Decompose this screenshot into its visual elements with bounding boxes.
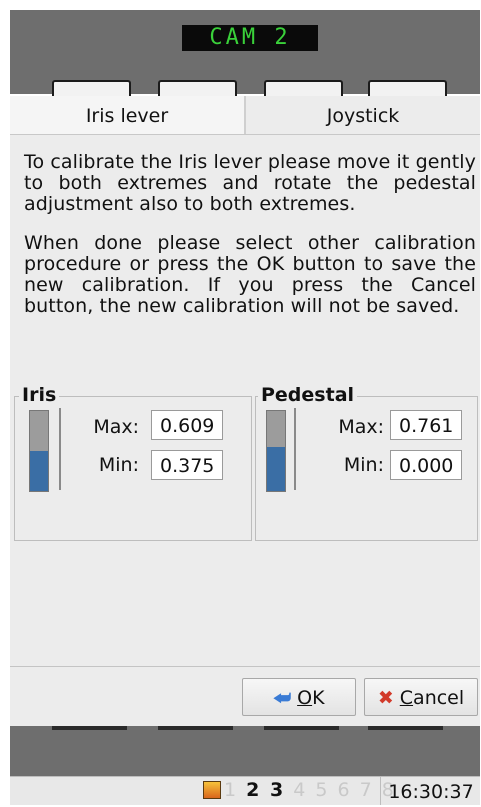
iris-max-label: Max: bbox=[93, 416, 139, 438]
cancel-x-icon: ✖ bbox=[377, 687, 394, 709]
calibration-dialog: Iris lever Joystick To calibrate the Iri… bbox=[10, 96, 480, 726]
iris-min-label: Min: bbox=[98, 454, 139, 476]
camera-indicator: CAM 2 bbox=[182, 25, 318, 51]
instructions-text: To calibrate the Iris lever please move … bbox=[24, 152, 476, 335]
pedestal-min-field[interactable]: 0.000 bbox=[390, 450, 462, 480]
pedestal-group-title: Pedestal bbox=[258, 384, 358, 406]
clock: 16:30:37 bbox=[380, 777, 481, 805]
pedestal-level-fill bbox=[267, 447, 285, 491]
app-launcher-icon[interactable] bbox=[203, 781, 221, 799]
iris-group: Iris Max: 0.609 Min: 0.375 bbox=[14, 384, 252, 541]
ok-label-rest: K bbox=[312, 687, 325, 709]
pedestal-max-field[interactable]: 0.761 bbox=[390, 410, 462, 440]
instructions-paragraph-2: When done please select other calibratio… bbox=[24, 232, 476, 317]
iris-level-fill bbox=[30, 451, 48, 491]
cancel-label-rest: ancel bbox=[413, 687, 465, 709]
tab-bar: Iris lever Joystick bbox=[10, 96, 480, 135]
bottom-key-3[interactable] bbox=[264, 726, 339, 730]
iris-group-title: Iris bbox=[19, 384, 60, 406]
cancel-button[interactable]: ✖ Cancel bbox=[364, 678, 478, 716]
workspace-switcher[interactable]: 1 2 3 4 5 6 7 8 bbox=[224, 779, 396, 801]
taskbar: 1 2 3 4 5 6 7 8 16:30:37 bbox=[10, 776, 480, 805]
pedestal-min-label: Min: bbox=[343, 454, 384, 476]
button-separator bbox=[10, 666, 480, 667]
pedestal-meter-divider bbox=[294, 408, 296, 490]
bottom-key-2[interactable] bbox=[158, 726, 233, 730]
iris-min-field[interactable]: 0.375 bbox=[151, 450, 223, 480]
pedestal-group: Pedestal Max: 0.761 Min: 0.000 bbox=[255, 384, 478, 541]
bottom-key-1[interactable] bbox=[52, 726, 127, 730]
ok-mnemonic: O bbox=[297, 687, 313, 709]
instructions-paragraph-1: To calibrate the Iris lever please move … bbox=[24, 151, 476, 215]
iris-max-field[interactable]: 0.609 bbox=[151, 410, 223, 440]
bottom-key-4[interactable] bbox=[368, 726, 443, 730]
workspace-1[interactable]: 1 bbox=[224, 779, 238, 801]
ok-arrow-icon: ⮨ bbox=[273, 687, 292, 709]
pedestal-level-meter bbox=[266, 410, 286, 492]
bottom-panel bbox=[10, 726, 480, 776]
pedestal-max-label: Max: bbox=[338, 416, 384, 438]
workspaces-active[interactable]: 2 3 bbox=[246, 779, 285, 801]
iris-level-meter bbox=[29, 410, 49, 492]
tab-joystick[interactable]: Joystick bbox=[244, 96, 480, 134]
cancel-mnemonic: C bbox=[399, 687, 414, 709]
ok-button[interactable]: ⮨ OK bbox=[242, 678, 356, 716]
tab-iris-lever[interactable]: Iris lever bbox=[10, 96, 244, 134]
